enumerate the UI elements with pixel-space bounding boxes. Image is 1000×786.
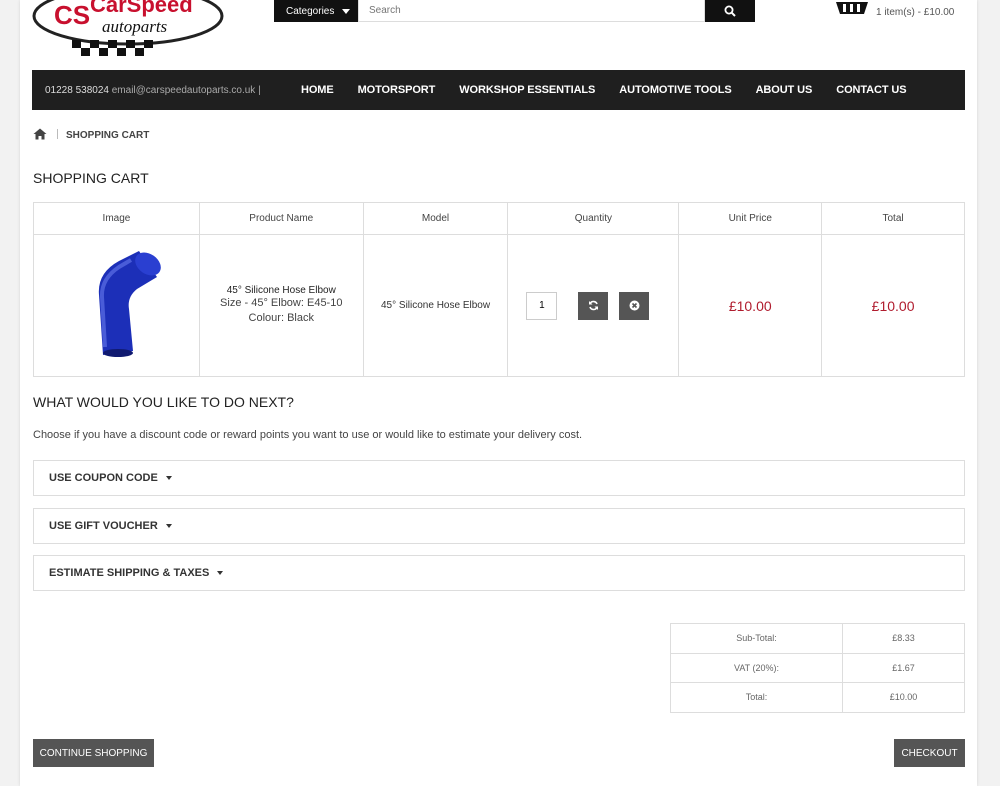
nav-item-workshop-essentials[interactable]: WORKSHOP ESSENTIALS	[447, 84, 607, 96]
refresh-icon	[588, 300, 598, 311]
caret-down-icon	[342, 8, 351, 14]
checkout-button[interactable]: CHECKOUT	[894, 739, 965, 767]
update-quantity-button[interactable]	[578, 291, 609, 320]
table-header-row: Image Product Name Model Quantity Unit P…	[33, 202, 965, 235]
remove-icon	[629, 300, 640, 311]
search-button[interactable]	[705, 0, 755, 22]
subtotal-label: Sub-Total:	[670, 623, 843, 654]
totals-table: Sub-Total: £8.33 VAT (20%): £1.67 Total:…	[670, 623, 965, 713]
cart-basket-icon[interactable]	[834, 0, 870, 16]
nav-item-about-us[interactable]: ABOUT US	[744, 84, 825, 96]
search-icon	[724, 5, 736, 17]
product-option-colour: Colour: Black	[248, 312, 314, 324]
col-quantity: Quantity	[507, 202, 680, 235]
col-total: Total	[821, 202, 965, 235]
search-input[interactable]	[358, 0, 705, 22]
nav-item-home[interactable]: HOME	[289, 84, 346, 96]
col-unit-price: Unit Price	[678, 202, 823, 235]
categories-label: Categories	[286, 5, 335, 17]
page-title: SHOPPING CART	[33, 170, 149, 186]
email-address[interactable]: email@carspeedautoparts.co.uk |	[112, 85, 261, 96]
gift-voucher-panel[interactable]: USE GIFT VOUCHER	[33, 508, 965, 544]
totals-row: Total: £10.00	[670, 682, 965, 713]
nav-contact: 01228 538024 email@carspeedautoparts.co.…	[32, 85, 289, 96]
caret-down-icon	[165, 476, 172, 480]
col-image: Image	[33, 202, 200, 235]
continue-shopping-button[interactable]: CONTINUE SHOPPING	[33, 739, 154, 767]
vat-value: £1.67	[842, 652, 965, 683]
table-row: 45° Silicone Hose Elbow Size - 45° Elbow…	[33, 234, 965, 377]
categories-dropdown[interactable]: Categories	[274, 0, 358, 22]
product-name[interactable]: 45° Silicone Hose Elbow	[200, 285, 363, 296]
page: CS CarSpeed autoparts Categories 1 item(…	[20, 0, 977, 786]
quantity-cell	[507, 234, 680, 377]
logo-text-bottom: autoparts	[102, 17, 168, 36]
cart-table: Image Product Name Model Quantity Unit P…	[33, 202, 965, 377]
site-logo[interactable]: CS CarSpeed autoparts	[32, 0, 224, 60]
logo-monogram: CS	[54, 0, 90, 30]
nav-item-motorsport[interactable]: MOTORSPORT	[346, 84, 448, 96]
unit-price: £10.00	[678, 234, 823, 377]
total-value: £10.00	[842, 682, 965, 713]
next-steps-description: Choose if you have a discount code or re…	[33, 429, 583, 441]
coupon-code-label: USE COUPON CODE	[49, 472, 158, 484]
nav-item-automotive-tools[interactable]: AUTOMOTIVE TOOLS	[607, 84, 743, 96]
product-name-cell: 45° Silicone Hose Elbow Size - 45° Elbow…	[198, 234, 364, 377]
caret-down-icon	[217, 571, 224, 575]
cart-summary[interactable]: 1 item(s) - £10.00	[876, 7, 954, 18]
vat-label: VAT (20%):	[670, 652, 843, 683]
product-image-cell	[33, 234, 200, 377]
quantity-input[interactable]	[526, 291, 558, 320]
product-model: 45° Silicone Hose Elbow	[362, 234, 509, 377]
product-option-size: Size - 45° Elbow: E45-10	[220, 296, 343, 309]
gift-voucher-label: USE GIFT VOUCHER	[49, 520, 158, 532]
caret-down-icon	[165, 524, 172, 528]
phone-number: 01228 538024	[45, 84, 109, 96]
estimate-shipping-label: ESTIMATE SHIPPING & TAXES	[49, 567, 210, 579]
nav-item-contact-us[interactable]: CONTACT US	[824, 84, 918, 96]
product-image[interactable]	[61, 247, 171, 362]
total-label: Total:	[670, 682, 843, 713]
logo-text-top: CarSpeed	[90, 0, 193, 17]
breadcrumb-separator	[57, 129, 58, 139]
totals-row: VAT (20%): £1.67	[670, 652, 965, 683]
subtotal-value: £8.33	[842, 623, 965, 654]
remove-item-button[interactable]	[619, 291, 650, 320]
col-model: Model	[362, 202, 509, 235]
home-icon[interactable]	[33, 127, 47, 140]
next-steps-title: WHAT WOULD YOU LIKE TO DO NEXT?	[33, 394, 294, 410]
estimate-shipping-panel[interactable]: ESTIMATE SHIPPING & TAXES	[33, 555, 965, 591]
coupon-code-panel[interactable]: USE COUPON CODE	[33, 460, 965, 496]
col-product-name: Product Name	[198, 202, 364, 235]
totals-row: Sub-Total: £8.33	[670, 623, 965, 654]
breadcrumb-current[interactable]: SHOPPING CART	[66, 130, 149, 141]
main-nav: 01228 538024 email@carspeedautoparts.co.…	[32, 70, 965, 110]
row-total: £10.00	[821, 234, 965, 377]
